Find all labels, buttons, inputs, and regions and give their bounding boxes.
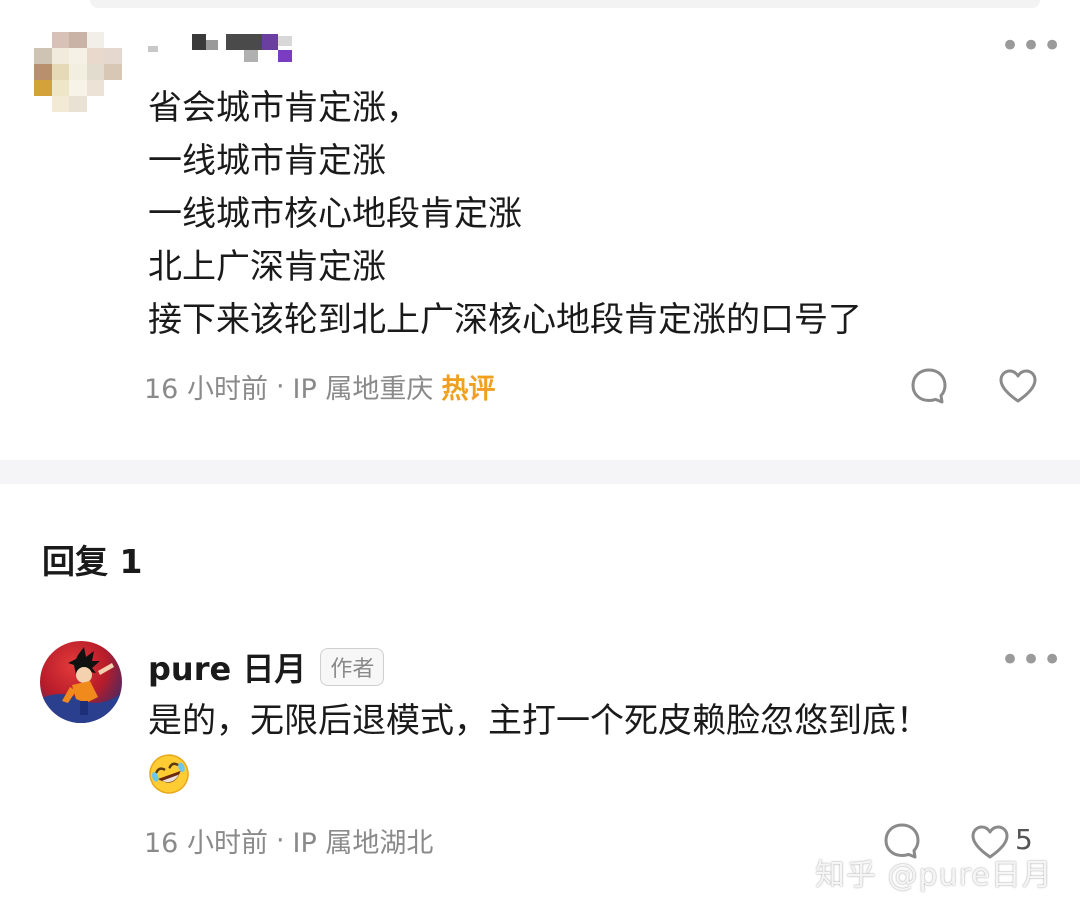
previous-card-edge [90,0,1040,8]
reply-author-name[interactable]: pure 日月 [148,644,306,690]
commenter-name-redacted [148,30,308,68]
commenter-avatar[interactable] [34,32,122,112]
meta-separator: · [275,371,285,402]
zhihu-watermark: 知乎 @pure日月 [815,858,1053,893]
comment-meta: 16 小时前 · IP 属地重庆 热评 [144,367,495,406]
meta-separator: · [275,825,285,856]
section-divider [0,460,1080,484]
comment-line: 一线城市核心地段肯定涨 [148,194,522,234]
comment-more-button[interactable]: ••• [1000,29,1063,63]
reply-author-avatar[interactable] [40,641,122,723]
comment-line: 一线城市肯定涨 [148,141,386,181]
heart-icon[interactable] [998,368,1038,404]
comment-ip-location: IP 属地重庆 [292,374,434,405]
reply-body: 是的，无限后退模式，主打一个死皮赖脸忽悠到底！ [148,701,930,741]
rofl-emoji-icon [149,754,189,794]
reply-author-row: pure 日月 作者 [148,644,385,690]
author-badge: 作者 [320,648,385,686]
comment-line: 接下来该轮到北上广深核心地段肯定涨的口号了 [148,300,862,340]
reply-time: 16 小时前 [144,828,268,859]
comment-bubble-icon[interactable] [910,367,948,405]
reply-ip-location: IP 属地湖北 [292,828,434,859]
reply-more-button[interactable]: ••• [1000,643,1063,677]
comment-line: 省会城市肯定涨， [148,88,420,128]
comment-time: 16 小时前 [144,374,268,405]
replies-heading: 回复 1 [42,542,143,581]
reply-meta: 16 小时前 · IP 属地湖北 [144,821,433,860]
comment-line: 北上广深肯定涨 [148,247,386,287]
comment-body: 省会城市肯定涨， 一线城市肯定涨 一线城市核心地段肯定涨 北上广深肯定涨 接下来… [148,82,862,347]
hot-comment-badge: 热评 [441,374,496,405]
